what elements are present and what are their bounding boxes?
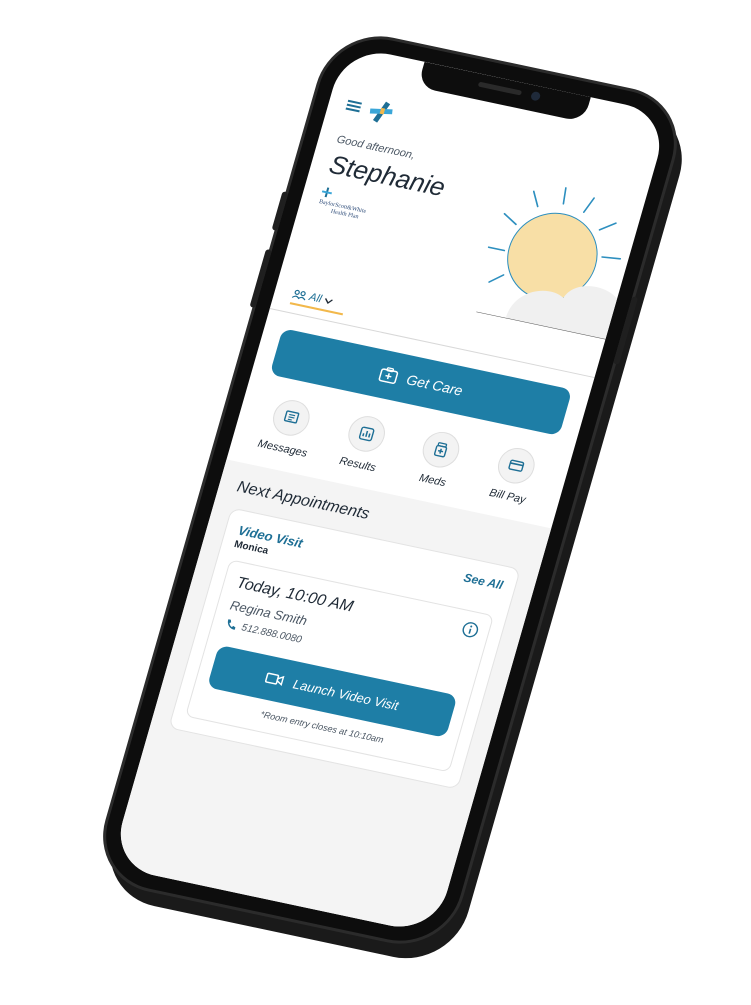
front-camera [529,90,542,102]
member-selector-label: All [307,291,324,306]
quick-link-circle [268,396,314,439]
appointments-section: Next Appointments Video Visit Monica See… [109,459,552,936]
get-care-label: Get Care [404,371,465,399]
brand-mark-icon [321,187,333,198]
quick-link-circle [343,412,389,455]
medicine-icon [434,442,448,458]
quick-link-bill-pay[interactable]: Bill Pay [475,442,551,509]
speaker-grille [477,81,523,96]
stage: Good afternoon, Stephanie BaylorScott&Wh… [0,0,751,1005]
side-button [249,248,272,309]
quick-link-results[interactable]: Results [325,410,401,477]
quick-link-circle [493,444,539,487]
message-icon [283,410,300,424]
quick-link-label: Bill Pay [487,486,528,507]
credit-card-icon [508,459,525,472]
app-screen: Good afternoon, Stephanie BaylorScott&Wh… [109,44,671,936]
info-icon[interactable] [460,620,480,639]
medical-bag-icon [378,367,398,384]
quick-link-label: Results [337,455,378,475]
video-camera-icon [265,672,285,687]
chevron-down-icon [325,298,334,305]
quick-link-circle [418,428,464,471]
cross-logo-icon [369,101,393,123]
home-content: Good afternoon, Stephanie BaylorScott&Wh… [109,45,670,936]
chart-icon [358,426,375,442]
people-icon [291,289,306,301]
member-selector[interactable]: All [289,287,348,316]
hamburger-menu-icon[interactable] [345,99,362,113]
appointment-card: Video Visit Monica See All Today, 10:00 … [168,507,521,790]
launch-video-visit-label: Launch Video Visit [291,675,401,713]
phone-device: Good afternoon, Stephanie BaylorScott&Wh… [92,28,688,952]
quick-link-label: Meds [417,472,448,490]
quick-link-meds[interactable]: Meds [400,426,476,493]
quick-link-label: Messages [256,437,309,460]
see-all-link[interactable]: See All [462,571,505,593]
side-button [271,191,289,231]
quick-link-messages[interactable]: Messages [251,394,327,461]
phone-icon [227,619,236,630]
side-button [613,296,639,365]
